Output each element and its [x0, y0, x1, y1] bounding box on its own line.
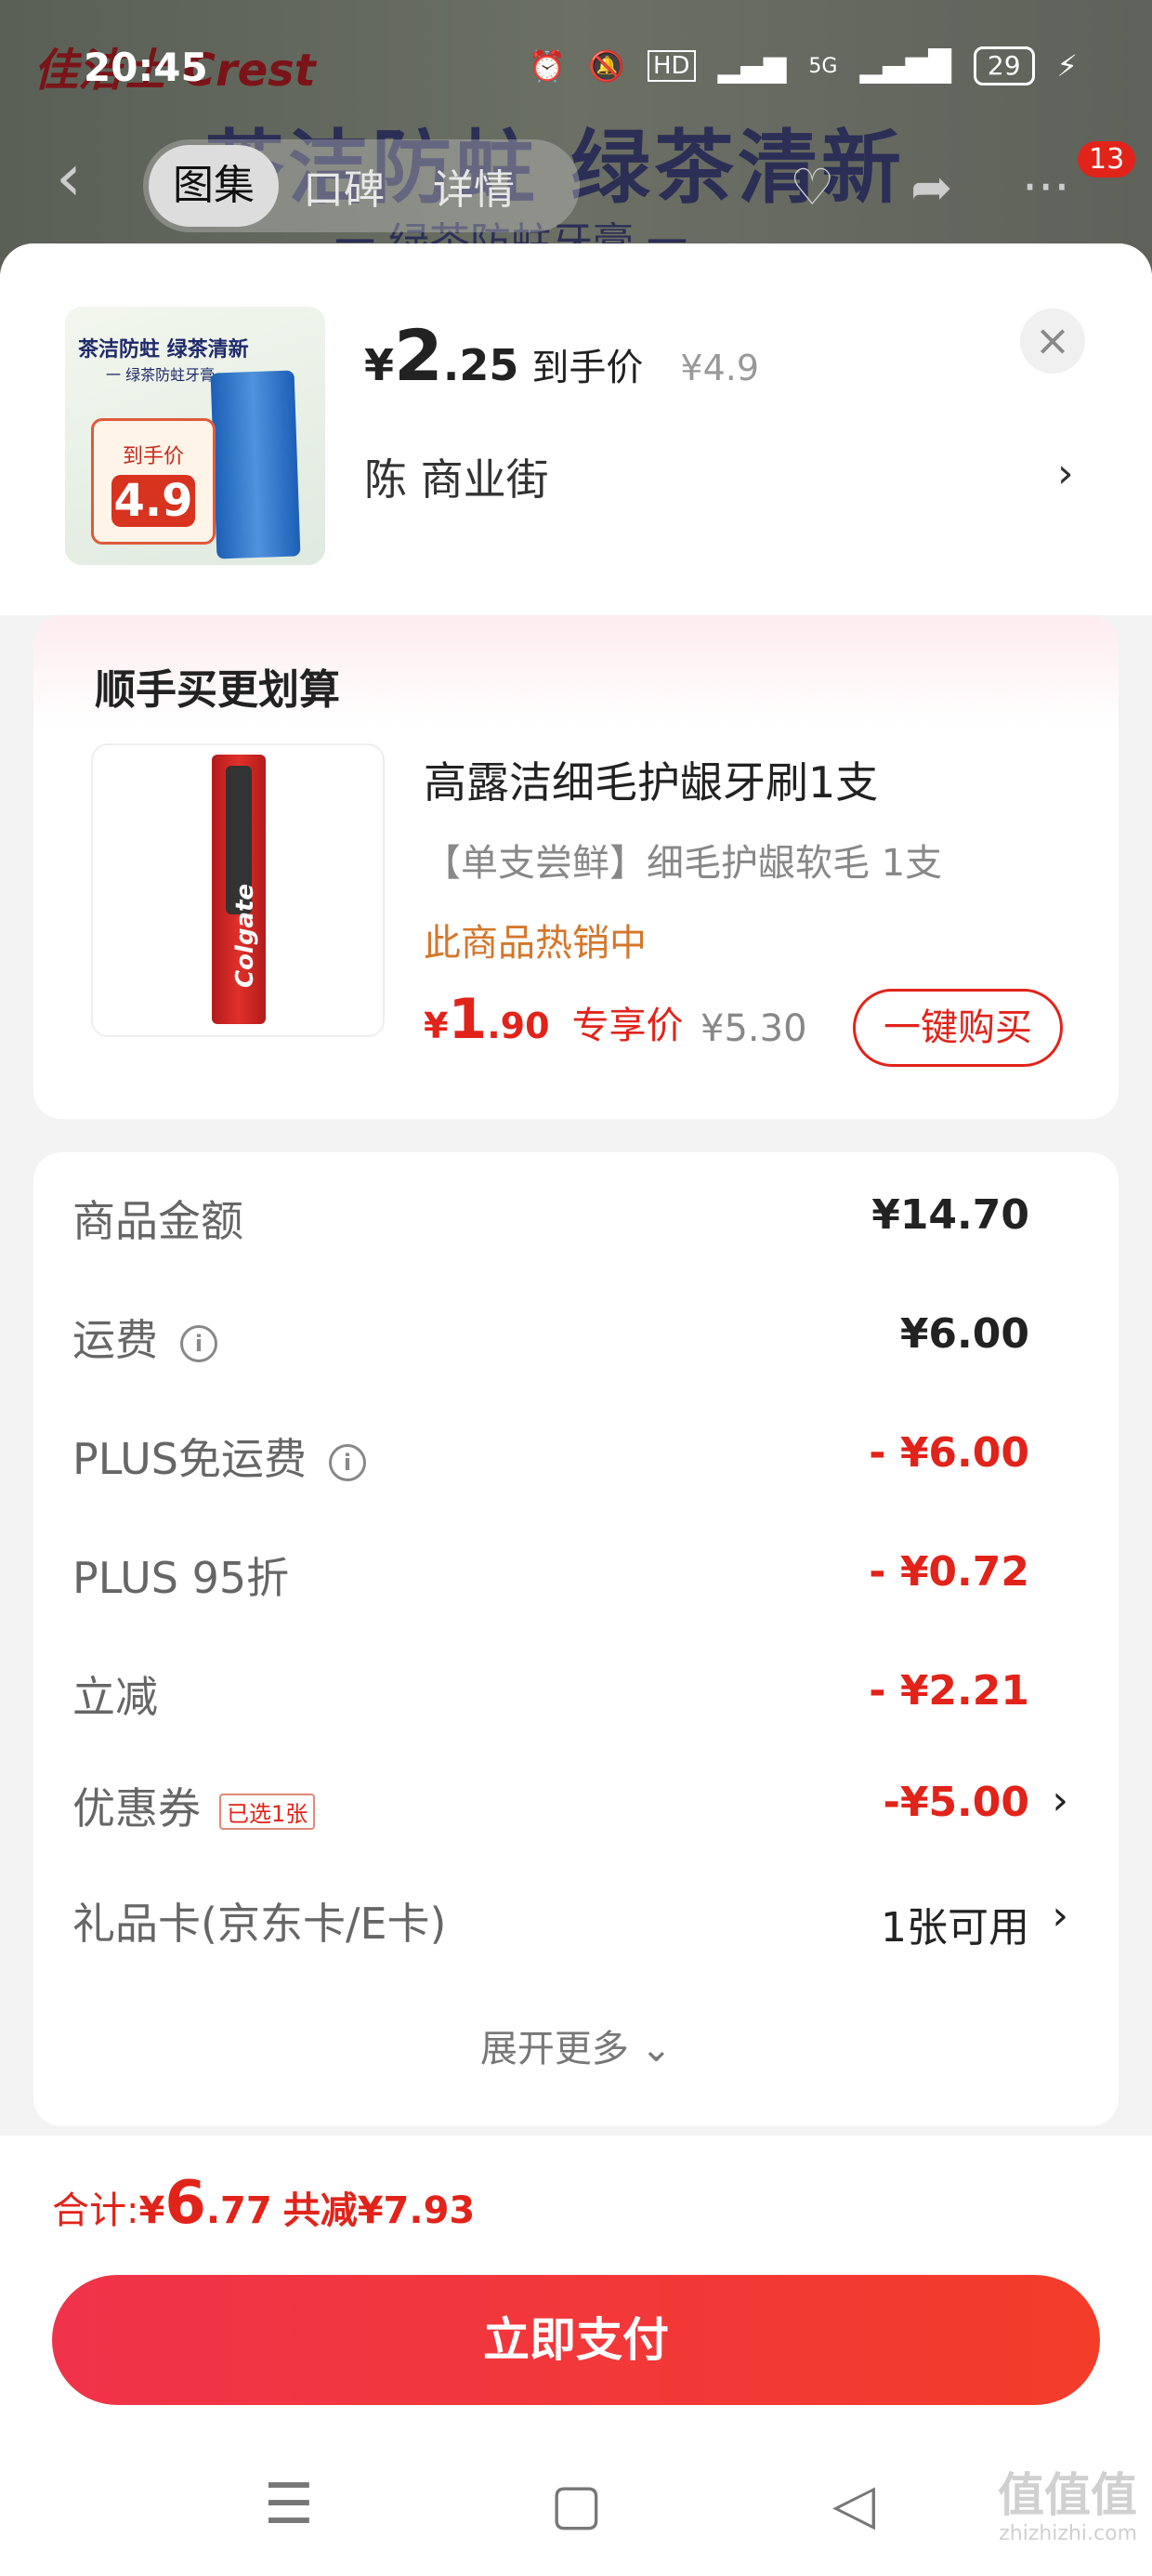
add-on-price: ¥ 1 .90 专享价: [424, 987, 684, 1052]
home-square-icon[interactable]: ▢: [550, 2472, 603, 2537]
total-decimal: .77: [205, 2189, 272, 2232]
top-navigation: ‹ 图集 口碑 详情 ♡ ➦ ···: [0, 139, 1152, 232]
menu-icon[interactable]: ☰: [264, 2472, 314, 2537]
product-image: 茶洁防蛀 绿茶清新 一 绿茶防蛀牙膏 一 到手价 4.9: [65, 307, 325, 565]
info-icon[interactable]: i: [328, 1443, 366, 1481]
row-value: ¥14.70: [871, 1191, 1029, 1239]
status-icons: ⏰ 🔕 HD ▂▄▆ 5G ▂▄▆█ 29 ⚡: [529, 46, 1078, 85]
mute-icon: 🔕: [588, 48, 625, 84]
delivery-address[interactable]: 陈 商业街: [364, 446, 549, 507]
row-label: 运费: [72, 1315, 158, 1365]
tab-details[interactable]: 详情: [409, 156, 539, 216]
row-value: - ¥0.72: [869, 1548, 1029, 1596]
status-time: 20:45: [84, 45, 208, 90]
price-tag-label: 到手价: [122, 445, 184, 468]
product-header: 茶洁防蛀 绿茶清新 一 绿茶防蛀牙膏 一 到手价 4.9 ¥ 2 .25 到手价…: [0, 243, 1152, 615]
add-on-card: 顺手买更划算 Colgate 高露洁细毛护龈牙刷1支 【单支尝鲜】细毛护龈软毛 …: [33, 615, 1119, 1119]
row-label: 商品金额: [72, 1196, 243, 1246]
tab-reviews[interactable]: 口碑: [279, 156, 409, 216]
close-button[interactable]: ×: [1020, 309, 1085, 374]
price-currency: ¥: [364, 340, 395, 390]
product-image-title: 茶洁防蛀 绿茶清新: [78, 338, 249, 361]
row-instant-discount: 立减 - ¥2.21: [72, 1654, 1085, 1728]
back-triangle-icon[interactable]: ◁: [832, 2472, 875, 2537]
favorite-icon[interactable]: ♡: [790, 158, 834, 217]
battery-icon: 29: [973, 46, 1035, 85]
pay-now-button[interactable]: 立即支付: [52, 2275, 1100, 2405]
coupon-selected-tag: 已选1张: [219, 1794, 316, 1830]
row-plus-free-shipping: PLUS免运费 i - ¥6.00: [72, 1416, 1085, 1491]
row-value: ¥6.00: [899, 1310, 1029, 1358]
share-icon[interactable]: ➦: [910, 158, 952, 217]
add-on-price-decimal: .90: [487, 1005, 550, 1046]
watermark-sub: zhizhizhi.com: [999, 2522, 1137, 2545]
toothbrush-image[interactable]: Colgate: [91, 743, 385, 1037]
tab-gallery[interactable]: 图集: [149, 145, 279, 227]
add-on-price-label: 专享价: [571, 1005, 684, 1047]
product-image-price-tag: 到手价 4.9: [91, 418, 216, 545]
chevron-right-icon[interactable]: ›: [1052, 1777, 1068, 1824]
message-badge: 13: [1078, 141, 1136, 177]
row-label: PLUS免运费: [72, 1434, 307, 1484]
add-on-name[interactable]: 高露洁细毛护龈牙刷1支: [424, 749, 878, 810]
charging-icon: ⚡: [1056, 48, 1078, 84]
add-on-price-integer: 1: [448, 987, 488, 1052]
price-tag-value: 4.9: [111, 475, 195, 527]
row-value: 1张可用: [881, 1904, 1029, 1952]
signal-5g-icon: ▂▄▆█: [859, 48, 951, 84]
back-arrow-icon[interactable]: ‹: [56, 139, 82, 216]
add-on-currency: ¥: [424, 1005, 449, 1046]
row-goods-amount: 商品金额 ¥14.70: [72, 1178, 1085, 1253]
page-tabs: 图集 口碑 详情: [143, 139, 580, 232]
chevron-right-icon[interactable]: ›: [1052, 1892, 1068, 1939]
watermark-main: 值值值: [998, 2468, 1137, 2522]
network-label: 5G: [808, 54, 838, 78]
order-summary: 商品金额 ¥14.70 运费 i ¥6.00 PLUS免运费 i - ¥6.00 P…: [33, 1152, 1119, 2126]
row-value: -¥5.00: [883, 1779, 1029, 1826]
price-label: 到手价: [531, 347, 644, 389]
row-gift-card[interactable]: 礼品卡(京东卡/E卡) 1张可用 ›: [72, 1881, 1085, 1955]
status-bar: 20:45 ⏰ 🔕 HD ▂▄▆ 5G ▂▄▆█ 29 ⚡: [0, 0, 1152, 139]
total-saved: 共减¥7.93: [282, 2189, 476, 2232]
row-value: - ¥6.00: [869, 1429, 1029, 1477]
row-coupon[interactable]: 优惠券 已选1张 -¥5.00 ›: [72, 1766, 1085, 1840]
product-price: ¥ 2 .25 到手价 ¥4.9: [364, 314, 759, 397]
row-label: PLUS 95折: [72, 1553, 290, 1603]
add-on-title: 顺手买更划算: [95, 666, 340, 714]
pay-area: 立即支付: [0, 2262, 1152, 2448]
price-decimal: .25: [442, 340, 519, 390]
row-label: 立减: [72, 1672, 158, 1722]
alarm-icon: ⏰: [529, 48, 567, 84]
info-icon[interactable]: i: [180, 1324, 217, 1362]
total-amount: 合计: ¥ 6 .77 共减¥7.93: [52, 2169, 475, 2238]
checkout-sheet: 茶洁防蛀 绿茶清新 一 绿茶防蛀牙膏 一 到手价 4.9 ¥ 2 .25 到手价…: [0, 243, 1152, 2576]
total-currency: ¥: [138, 2189, 165, 2232]
toothpaste-tube: [210, 370, 301, 559]
row-shipping: 运费 i ¥6.00: [72, 1297, 1085, 1372]
row-label: 礼品卡(京东卡/E卡): [72, 1899, 447, 1949]
toothbrush-brand: Colgate: [231, 883, 260, 989]
original-price: ¥4.9: [680, 348, 760, 388]
row-plus-discount: PLUS 95折 - ¥0.72: [72, 1535, 1085, 1610]
expand-more-link[interactable]: 展开更多 ⌄: [33, 2018, 1119, 2072]
system-navbar: ☰ ▢ ◁: [0, 2448, 1152, 2576]
price-integer: 2: [394, 314, 443, 397]
hd-icon: HD: [648, 50, 696, 82]
add-on-hot-label: 此商品热销中: [424, 922, 647, 965]
more-icon[interactable]: ···: [1022, 158, 1070, 217]
one-click-buy-button[interactable]: 一键购买: [853, 989, 1063, 1067]
total-bar: 合计: ¥ 6 .77 共减¥7.93: [0, 2136, 1152, 2264]
watermark: 值值值 zhizhizhi.com: [998, 2472, 1137, 2544]
total-label: 合计:: [52, 2189, 139, 2232]
signal-icon: ▂▄▆: [717, 48, 787, 84]
row-label: 优惠券: [72, 1783, 201, 1833]
total-integer: 6: [164, 2169, 206, 2238]
row-value: - ¥2.21: [869, 1667, 1029, 1715]
add-on-original-price: ¥5.30: [700, 1007, 807, 1050]
close-icon: ×: [1034, 315, 1071, 365]
chevron-right-icon[interactable]: ›: [1057, 450, 1074, 497]
add-on-description: 【单支尝鲜】细毛护龈软毛 1支: [424, 842, 943, 885]
